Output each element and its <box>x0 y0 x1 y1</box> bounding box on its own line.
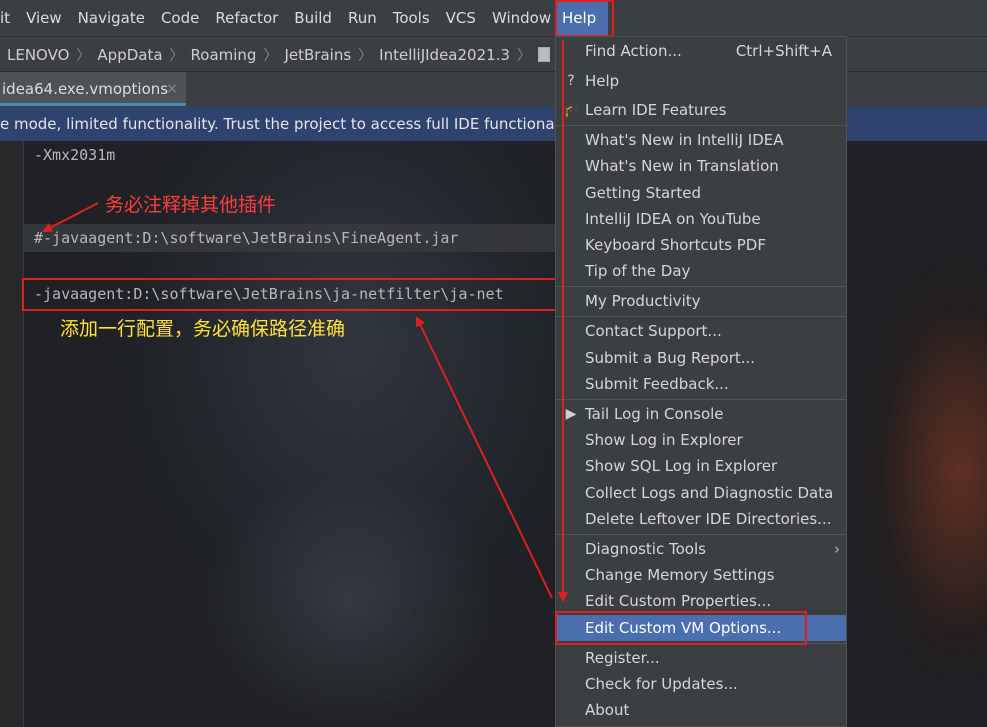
learn-icon: 🎓 <box>563 102 581 118</box>
menu-item-change-memory[interactable]: Change Memory Settings <box>556 562 846 588</box>
notification-text: e mode, limited functionality. Trust the… <box>0 115 581 133</box>
menu-item-label: Register... <box>585 649 660 667</box>
file-icon <box>537 46 550 62</box>
breadcrumb-separator-icon: 〉 <box>263 47 278 64</box>
menu-view[interactable]: View <box>18 0 70 36</box>
menu-item-whats-new-translation[interactable]: What's New in Translation <box>556 153 846 179</box>
menu-item-label: Keyboard Shortcuts PDF <box>585 236 766 254</box>
menu-item-register[interactable]: Register... <box>556 645 846 671</box>
breadcrumb-item[interactable]: IntelliJIdea2021.3 <box>372 46 517 64</box>
annotation-red-note: 务必注释掉其他插件 <box>105 194 277 216</box>
menu-separator <box>556 286 846 287</box>
menu-item-label: Show SQL Log in Explorer <box>585 457 778 475</box>
menu-build[interactable]: Build <box>286 0 340 36</box>
menu-item-tail-log[interactable]: ▶ Tail Log in Console <box>556 401 846 427</box>
menu-item-show-sql-log[interactable]: Show SQL Log in Explorer <box>556 453 846 479</box>
menu-item-label: Delete Leftover IDE Directories... <box>585 510 832 528</box>
menu-item-contact-support[interactable]: Contact Support... <box>556 318 846 344</box>
menu-item-label: IntelliJ IDEA on YouTube <box>585 210 761 228</box>
menu-item-label: Contact Support... <box>585 322 722 340</box>
breadcrumb-item[interactable]: Roaming <box>184 46 264 64</box>
menu-separator <box>556 125 846 126</box>
tab-label: idea64.exe.vmoptions <box>2 80 169 98</box>
question-icon: ? <box>567 73 575 89</box>
menu-tools[interactable]: Tools <box>385 0 438 36</box>
menu-item-label: My Productivity <box>585 292 701 310</box>
menu-item-label: Show Log in Explorer <box>585 431 743 449</box>
menu-item-label: Getting Started <box>585 184 701 202</box>
menu-item-learn-ide-features[interactable]: 🎓 Learn IDE Features <box>556 97 846 123</box>
menu-item-diagnostic-tools[interactable]: Diagnostic Tools › <box>556 536 846 562</box>
breadcrumb-item[interactable]: JetBrains <box>277 46 358 64</box>
menu-item-label: Check for Updates... <box>585 675 738 693</box>
menu-item-find-action[interactable]: Find Action... Ctrl+Shift+A <box>556 38 846 64</box>
menu-item-my-productivity[interactable]: My Productivity <box>556 288 846 314</box>
menu-item-label: What's New in IntelliJ IDEA <box>585 131 784 149</box>
code-line-commented-agent[interactable]: #-javaagent:D:\software\JetBrains\FineAg… <box>34 229 458 247</box>
editor-gutter <box>0 141 24 727</box>
menu-item-about[interactable]: About <box>556 697 846 723</box>
menu-item-keyboard-shortcuts[interactable]: Keyboard Shortcuts PDF <box>556 232 846 258</box>
annotation-box-code-line <box>22 278 558 311</box>
menu-item-submit-feedback[interactable]: Submit Feedback... <box>556 371 846 397</box>
menu-item-check-updates[interactable]: Check for Updates... <box>556 671 846 697</box>
menu-edit[interactable]: it <box>0 0 18 36</box>
breadcrumb-item[interactable]: AppData <box>90 46 169 64</box>
menu-item-label: Tail Log in Console <box>585 405 724 423</box>
menu-run[interactable]: Run <box>340 0 385 36</box>
close-icon[interactable]: × <box>166 72 178 106</box>
menu-item-label: Change Memory Settings <box>585 566 775 584</box>
menu-item-label: Find Action... <box>585 42 682 60</box>
code-line[interactable]: -Xmx2031m <box>34 146 115 164</box>
menu-window[interactable]: Window <box>484 0 559 36</box>
menu-navigate[interactable]: Navigate <box>70 0 153 36</box>
annotation-box-vm-options <box>555 611 807 645</box>
menu-item-label: About <box>585 701 630 719</box>
menu-item-help[interactable]: ? Help <box>556 68 846 94</box>
menu-item-label: Submit Feedback... <box>585 375 729 393</box>
breadcrumb-item[interactable]: LENOVO <box>0 46 76 64</box>
breadcrumb-separator-icon: 〉 <box>358 47 373 64</box>
chevron-right-icon: › <box>834 540 840 558</box>
menu-item-label: Learn IDE Features <box>585 101 727 119</box>
menu-separator <box>556 399 846 400</box>
menu-item-label: Help <box>585 72 620 90</box>
menu-item-tip-of-day[interactable]: Tip of the Day <box>556 258 846 284</box>
menu-item-whats-new-idea[interactable]: What's New in IntelliJ IDEA <box>556 127 846 153</box>
menu-separator <box>556 316 846 317</box>
menu-item-submit-bug[interactable]: Submit a Bug Report... <box>556 345 846 371</box>
menu-vcs[interactable]: VCS <box>438 0 484 36</box>
editor-tab-vmoptions[interactable]: idea64.exe.vmoptions × <box>0 72 186 106</box>
annotation-box-help-menu <box>555 0 614 37</box>
breadcrumb-separator-icon: 〉 <box>76 47 91 64</box>
breadcrumb-separator-icon: 〉 <box>169 47 184 64</box>
menu-item-youtube[interactable]: IntelliJ IDEA on YouTube <box>556 206 846 232</box>
annotation-yellow-note: 添加一行配置，务必确保路径准确 <box>60 318 346 340</box>
menu-item-label: Tip of the Day <box>585 262 691 280</box>
menu-item-label: Diagnostic Tools <box>585 540 706 558</box>
breadcrumb-separator-icon: 〉 <box>516 47 531 64</box>
menu-item-label: Submit a Bug Report... <box>585 349 756 367</box>
menu-separator <box>556 534 846 535</box>
main-menu-bar: it View Navigate Code Refactor Build Run… <box>0 0 987 36</box>
menu-item-delete-leftover[interactable]: Delete Leftover IDE Directories... <box>556 506 846 532</box>
play-icon: ▶ <box>565 406 577 422</box>
menu-item-getting-started[interactable]: Getting Started <box>556 180 846 206</box>
menu-item-collect-logs[interactable]: Collect Logs and Diagnostic Data <box>556 480 846 506</box>
menu-item-label: Collect Logs and Diagnostic Data <box>585 484 834 502</box>
menu-item-label: What's New in Translation <box>585 157 779 175</box>
menu-item-label: Edit Custom Properties... <box>585 592 772 610</box>
shortcut-label: Ctrl+Shift+A <box>735 42 832 60</box>
menu-refactor[interactable]: Refactor <box>207 0 286 36</box>
menu-code[interactable]: Code <box>153 0 207 36</box>
menu-item-show-log[interactable]: Show Log in Explorer <box>556 427 846 453</box>
